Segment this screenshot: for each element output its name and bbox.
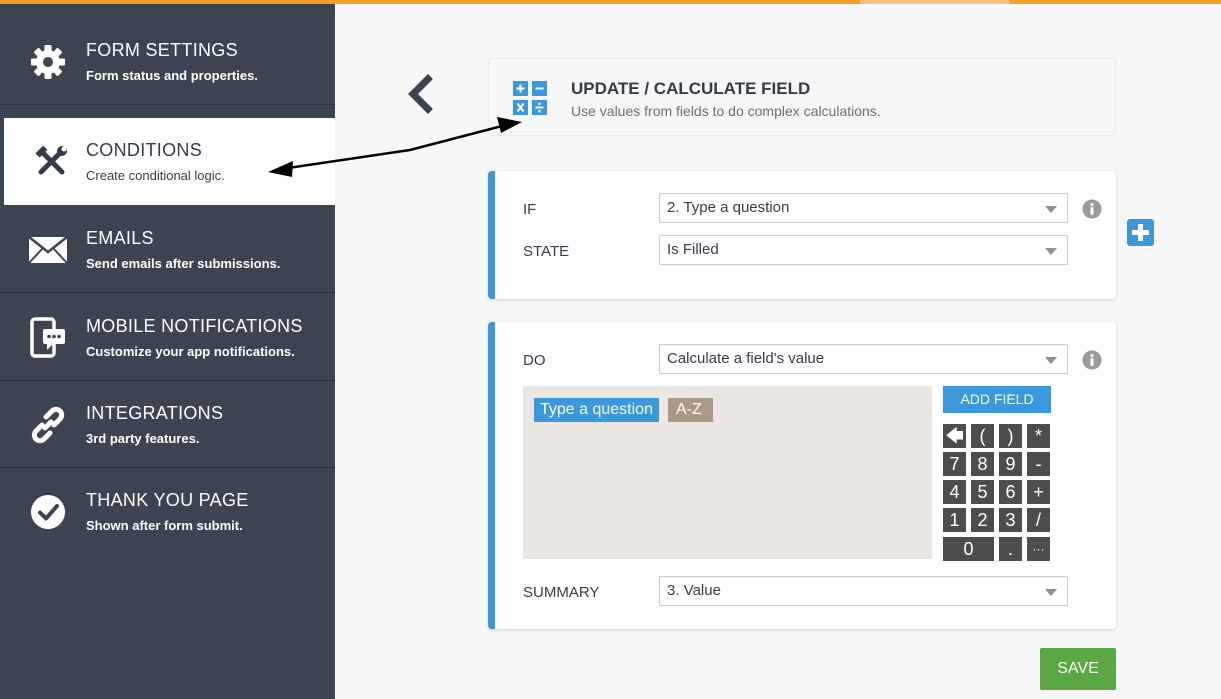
info-icon[interactable]	[1082, 199, 1102, 219]
plus-icon	[1132, 224, 1149, 241]
key-divide[interactable]: /	[1027, 508, 1050, 532]
key-2[interactable]: 2	[971, 508, 994, 532]
save-button[interactable]: SAVE	[1040, 648, 1116, 690]
action-card: DO Calculate a field's value Type a ques…	[488, 322, 1116, 629]
sidebar-item-title: MOBILE NOTIFICATIONS	[86, 316, 303, 336]
key-minus[interactable]: -	[1027, 452, 1050, 476]
do-label: DO	[523, 352, 546, 369]
state-value: Is Filled	[667, 241, 719, 258]
sidebar-item-subtitle: Form status and properties.	[86, 68, 258, 83]
add-field-button[interactable]: ADD FIELD	[943, 386, 1051, 413]
key-9[interactable]: 9	[999, 452, 1022, 476]
dropdown-arrow-icon	[1045, 589, 1057, 596]
key-1[interactable]: 1	[943, 508, 966, 532]
sidebar-item-title: FORM SETTINGS	[86, 40, 238, 60]
state-label: STATE	[523, 243, 570, 260]
sidebar-item-mobile-notifications[interactable]: MOBILE NOTIFICATIONS Customize your app …	[0, 294, 335, 381]
formula-editor[interactable]: Type a question A-Z	[523, 386, 932, 559]
check-circle-icon	[28, 492, 68, 532]
link-icon	[28, 405, 68, 445]
add-condition-button[interactable]	[1127, 219, 1154, 246]
formula-token-field[interactable]: Type a question	[534, 398, 659, 422]
back-chevron-icon[interactable]	[404, 74, 438, 114]
do-action-value: Calculate a field's value	[667, 350, 825, 367]
action-subtitle: Use values from fields to do complex cal…	[571, 103, 881, 119]
envelope-icon	[28, 230, 68, 270]
key-more[interactable]: ···	[1027, 537, 1050, 561]
if-field-value: 2. Type a question	[667, 199, 790, 216]
key-multiply[interactable]: *	[1027, 424, 1050, 448]
top-accent-highlight	[860, 0, 1010, 4]
key-6[interactable]: 6	[999, 480, 1022, 504]
sidebar-item-title: EMAILS	[86, 228, 154, 248]
dropdown-arrow-icon	[1045, 357, 1057, 364]
sidebar-item-subtitle: Shown after form submit.	[86, 518, 243, 533]
sidebar-item-conditions[interactable]: CONDITIONS Create conditional logic.	[4, 118, 335, 205]
summary-label: SUMMARY	[523, 584, 600, 601]
sidebar-item-subtitle: Create conditional logic.	[86, 168, 225, 183]
sidebar-item-title: CONDITIONS	[86, 140, 203, 160]
gear-icon	[28, 42, 68, 82]
summary-field-value: 3. Value	[667, 582, 721, 599]
sidebar-item-subtitle: Send emails after submissions.	[86, 256, 281, 271]
info-icon[interactable]	[1082, 350, 1102, 370]
if-label: IF	[523, 201, 537, 218]
key-plus[interactable]: +	[1027, 480, 1050, 504]
mobile-chat-icon	[28, 317, 68, 358]
key-decimal[interactable]: .	[999, 537, 1022, 561]
action-title: UPDATE / CALCULATE FIELD	[571, 79, 811, 98]
tools-icon	[32, 142, 72, 182]
sidebar-item-title: INTEGRATIONS	[86, 403, 224, 423]
calculator-icon	[513, 81, 547, 115]
sidebar-item-emails[interactable]: EMAILS Send emails after submissions.	[0, 206, 335, 293]
sidebar-item-thank-you-page[interactable]: THANK YOU PAGE Shown after form submit.	[0, 468, 335, 555]
key-open-paren[interactable]: (	[971, 424, 994, 448]
if-field-select[interactable]: 2. Type a question	[659, 193, 1068, 223]
sidebar-item-subtitle: 3rd party features.	[86, 431, 200, 446]
dropdown-arrow-icon	[1045, 248, 1057, 255]
sidebar-item-form-settings[interactable]: FORM SETTINGS Form status and properties…	[0, 18, 335, 105]
backspace-key[interactable]: 🡄	[943, 424, 966, 448]
key-8[interactable]: 8	[971, 452, 994, 476]
sidebar: FORM SETTINGS Form status and properties…	[0, 4, 335, 699]
action-header: UPDATE / CALCULATE FIELD Use values from…	[488, 58, 1116, 136]
sidebar-item-title: THANK YOU PAGE	[86, 490, 249, 510]
key-close-paren[interactable]: )	[999, 424, 1022, 448]
dropdown-arrow-icon	[1045, 206, 1057, 213]
key-4[interactable]: 4	[943, 480, 966, 504]
summary-field-select[interactable]: 3. Value	[659, 576, 1068, 606]
formula-token-az[interactable]: A-Z	[668, 398, 713, 422]
key-5[interactable]: 5	[971, 480, 994, 504]
key-0[interactable]: 0	[943, 537, 994, 561]
key-3[interactable]: 3	[999, 508, 1022, 532]
do-action-select[interactable]: Calculate a field's value	[659, 344, 1068, 374]
condition-card: IF 2. Type a question STATE Is Filled	[488, 171, 1116, 299]
state-select[interactable]: Is Filled	[659, 235, 1068, 265]
sidebar-item-integrations[interactable]: INTEGRATIONS 3rd party features.	[0, 381, 335, 468]
key-7[interactable]: 7	[943, 452, 966, 476]
sidebar-item-subtitle: Customize your app notifications.	[86, 344, 295, 359]
